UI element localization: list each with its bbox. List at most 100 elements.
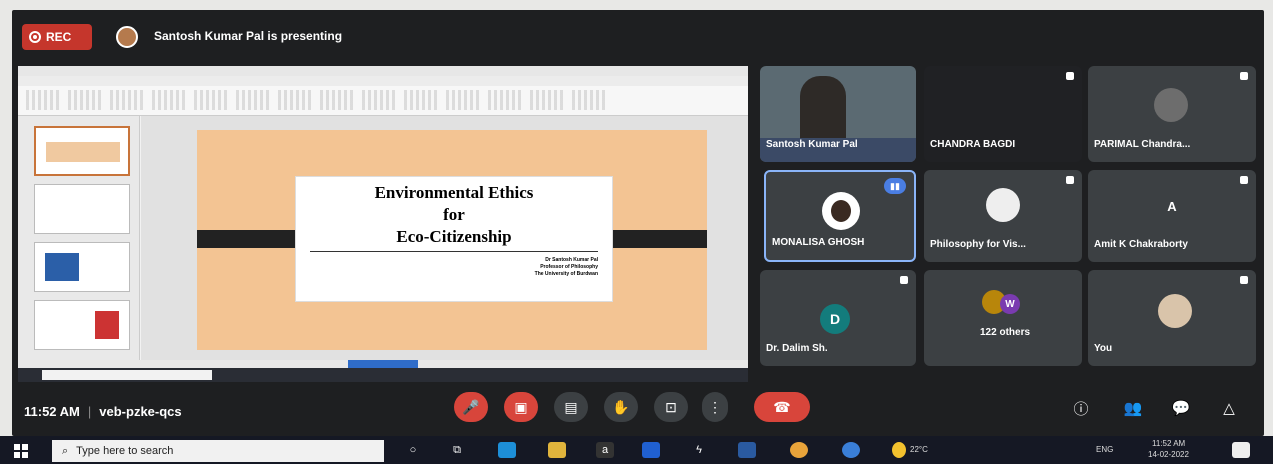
captions-icon: ▤ [564, 398, 578, 415]
participant-name: MONALISA GHOSH [772, 237, 865, 248]
present-icon: ⊡ [665, 398, 677, 415]
slide-author-block: Dr Santosh Kumar Pal Professor of Philos… [535, 257, 598, 278]
weather-icon [892, 442, 906, 458]
captions-button[interactable]: ▤ [554, 392, 588, 422]
presenter-avatar [116, 26, 138, 48]
camera-toggle-button[interactable]: ▣ [504, 392, 538, 422]
mic-off-icon [1240, 276, 1248, 284]
browser-icon[interactable] [842, 442, 860, 458]
slide-decor-bar [197, 230, 301, 248]
raise-hand-button[interactable]: ✋ [604, 392, 638, 422]
chat-icon: 💬 [1171, 400, 1191, 417]
notification-icon[interactable] [1232, 442, 1250, 458]
participant-name: CHANDRA BAGDI [930, 139, 1016, 150]
participant-name: 122 others [980, 327, 1031, 338]
shared-search-box [42, 370, 212, 380]
participant-name: Philosophy for Vis... [930, 239, 1026, 250]
more-vert-icon: ⋮ [708, 398, 722, 415]
leave-call-button[interactable]: ☎ [754, 392, 810, 422]
app-icon[interactable]: ϟ [690, 442, 708, 458]
participant-tile[interactable]: D Dr. Dalim Sh. [760, 270, 916, 366]
participant-tile[interactable]: Santosh Kumar Pal [760, 66, 916, 162]
activities-button[interactable]: △ [1216, 396, 1242, 420]
notice-button[interactable] [348, 360, 418, 368]
mic-toggle-button[interactable]: 🎤 [454, 392, 488, 422]
participant-name: Amit K Chakraborty [1094, 239, 1188, 250]
participant-tile-active[interactable]: ▮▮ MONALISA GHOSH [764, 170, 916, 262]
phone-hangup-icon: ☎ [773, 398, 791, 415]
chrome-icon[interactable] [790, 442, 808, 458]
shared-screen: Environmental Ethics for Eco-Citizenship… [18, 66, 748, 382]
participant-name: Santosh Kumar Pal [766, 139, 858, 150]
participant-name: Dr. Dalim Sh. [766, 343, 828, 354]
presenting-banner: Santosh Kumar Pal is presenting [154, 29, 343, 43]
participant-tile[interactable]: Philosophy for Vis... [924, 170, 1082, 262]
meet-window: REC Santosh Kumar Pal is presenting Envi… [12, 10, 1264, 436]
slide-thumbnail-pane [18, 116, 140, 360]
shapes-icon: △ [1223, 400, 1235, 417]
recording-badge[interactable]: REC [22, 24, 92, 50]
self-tile[interactable]: You [1088, 270, 1256, 366]
cortana-icon[interactable]: ○ [404, 442, 422, 458]
mic-off-icon [900, 276, 908, 284]
mic-off-icon [1066, 72, 1074, 80]
participant-tile[interactable]: CHANDRA BAGDI [924, 66, 1082, 162]
others-tile[interactable]: W 122 others [924, 270, 1082, 366]
chat-button[interactable]: 💬 [1168, 396, 1194, 420]
mic-off-icon: 🎤 [462, 398, 480, 415]
meeting-code: veb-pzke-qcs [99, 404, 182, 419]
people-button[interactable]: 👥 [1120, 396, 1146, 420]
language-indicator[interactable]: ENG [1096, 445, 1113, 454]
participant-name: You [1094, 343, 1113, 354]
slide-thumbnail [34, 184, 130, 234]
slide-title-line1: Environmental Ethics [374, 183, 534, 202]
avatar: A [1167, 198, 1177, 214]
slide-university: The University of Burdwan [534, 271, 598, 277]
task-view-icon[interactable]: ⧉ [448, 442, 466, 458]
meeting-info: 11:52 AM | veb-pzke-qcs [24, 404, 182, 419]
mic-off-icon [1066, 176, 1074, 184]
meeting-details-button[interactable]: ⓘ [1068, 396, 1094, 420]
temperature: 22°C [910, 445, 928, 454]
participant-tile[interactable]: A Amit K Chakraborty [1088, 170, 1256, 262]
record-icon [29, 31, 41, 43]
shared-taskbar [18, 368, 748, 382]
mic-off-icon [1240, 176, 1248, 184]
slide-thumbnail [34, 242, 130, 292]
speaking-icon: ▮▮ [884, 178, 906, 194]
info-icon: ⓘ [1073, 400, 1089, 418]
powerpoint-statusbar [18, 360, 748, 368]
powerpoint-titlebar [18, 66, 748, 76]
avatar: D [820, 304, 850, 334]
slide-title-line3: Eco-Citizenship [396, 227, 512, 246]
people-icon: 👥 [1123, 400, 1143, 417]
slide-thumbnail [34, 126, 130, 176]
slide-canvas: Environmental Ethics for Eco-Citizenship… [141, 116, 748, 360]
avatar [986, 188, 1020, 222]
present-button[interactable]: ⊡ [654, 392, 688, 422]
taskbar-date[interactable]: 14-02-2022 [1148, 450, 1189, 459]
windows-start-icon[interactable] [14, 444, 28, 458]
powerpoint-ribbon [18, 76, 748, 116]
taskbar-time[interactable]: 11:52 AM [1152, 439, 1185, 448]
windows-taskbar: ⌕ Type here to search ○ ⧉ a ϟ 22°C ENG 1… [0, 436, 1273, 464]
avatar [822, 192, 860, 230]
search-icon: ⌕ [62, 444, 69, 457]
mic-off-icon [1240, 72, 1248, 80]
participant-name: PARIMAL Chandra... [1094, 139, 1191, 150]
meeting-clock: 11:52 AM [24, 404, 80, 419]
file-explorer-icon[interactable] [548, 442, 566, 458]
slide-decor-bar [603, 230, 707, 248]
dropbox-icon[interactable] [642, 442, 660, 458]
recording-label: REC [46, 30, 72, 44]
taskbar-search[interactable]: ⌕ Type here to search [52, 440, 384, 462]
app-icon[interactable] [738, 442, 756, 458]
edge-icon[interactable] [498, 442, 516, 458]
amazon-icon[interactable]: a [596, 442, 614, 458]
participant-tile[interactable]: PARIMAL Chandra... [1088, 66, 1256, 162]
slide-title-line2: for [443, 205, 465, 224]
more-options-button[interactable]: ⋮ [702, 392, 728, 422]
slide-thumbnail [34, 300, 130, 350]
camera-off-icon: ▣ [514, 398, 528, 415]
slide-author: Dr Santosh Kumar Pal [545, 257, 598, 263]
